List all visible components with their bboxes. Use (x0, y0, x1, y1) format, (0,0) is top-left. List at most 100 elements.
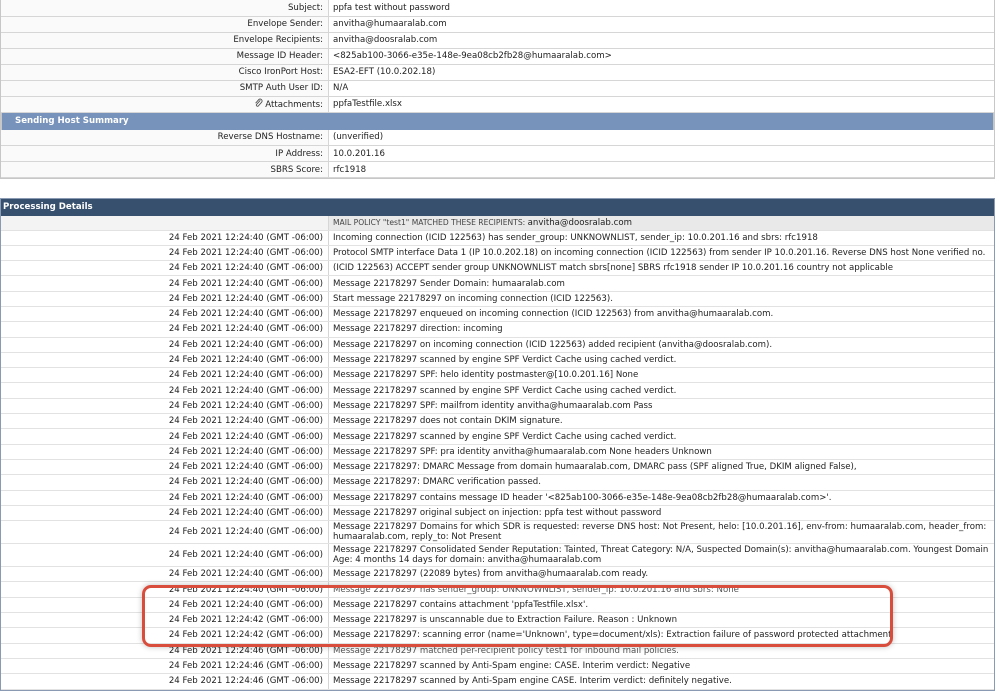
envelope-recipients-label: Envelope Recipients: (1, 32, 329, 49)
mail-policy-recipient: anvitha@doosralab.com (527, 217, 632, 228)
log-row: 24 Feb 2021 12:24:40 (GMT -06:00) Message… (1, 566, 994, 583)
log-row: 24 Feb 2021 12:24:40 (GMT -06:00) Message… (1, 505, 994, 522)
log-timestamp: 24 Feb 2021 12:24:40 (GMT -06:00) (1, 490, 329, 506)
log-message: Incoming connection (ICID 122563) has se… (328, 230, 994, 246)
log-message: Message 22178297 SPF: helo identity post… (328, 367, 994, 384)
log-message: Message 22178297 SPF: mailfrom identity … (328, 398, 994, 415)
envelope-recipients-value: anvitha@doosralab.com (328, 32, 994, 49)
log-timestamp: 24 Feb 2021 12:24:40 (GMT -06:00) (1, 230, 329, 246)
log-timestamp: 24 Feb 2021 12:24:40 (GMT -06:00) (1, 260, 329, 277)
log-row: 24 Feb 2021 12:24:40 (GMT -06:00) Message… (1, 382, 994, 399)
ironport-host-label: Cisco IronPort Host: (1, 64, 329, 81)
log-message: Message 22178297 scanned by Anti-Spam en… (328, 673, 994, 690)
log-timestamp: 24 Feb 2021 12:24:40 (GMT -06:00) (1, 505, 329, 522)
log-timestamp: 24 Feb 2021 12:24:40 (GMT -06:00) (1, 543, 329, 568)
sbrs-label: SBRS Score: (1, 161, 329, 178)
log-timestamp: 24 Feb 2021 12:24:40 (GMT -06:00) (1, 352, 329, 369)
attachments-label-cell: Attachments: (1, 96, 329, 113)
log-message: Message 22178297 Consolidated Sender Rep… (328, 543, 994, 568)
log-timestamp: 24 Feb 2021 12:24:40 (GMT -06:00) (1, 566, 329, 583)
sbrs-value: rfc1918 (328, 161, 994, 178)
log-row: 24 Feb 2021 12:24:40 (GMT -06:00) (ICID 1… (1, 260, 994, 277)
log-timestamp: 24 Feb 2021 12:24:40 (GMT -06:00) (1, 444, 329, 460)
message-id-label: Message ID Header: (1, 48, 329, 65)
log-message: Protocol SMTP interface Data 1 (IP 10.0.… (328, 245, 994, 262)
smtp-auth-value: N/A (328, 80, 994, 97)
log-message: Message 22178297 scanned by engine SPF V… (328, 428, 994, 445)
ironport-host-value: ESA2-EFT (10.0.202.18) (328, 64, 994, 81)
message-info-panel: Subject: ppfa test without password Enve… (0, 0, 995, 179)
log-row: 24 Feb 2021 12:24:40 (GMT -06:00) Message… (1, 337, 994, 353)
log-timestamp: 24 Feb 2021 12:24:40 (GMT -06:00) (1, 321, 329, 338)
log-row: 24 Feb 2021 12:24:40 (GMT -06:00) Message… (1, 352, 994, 369)
log-timestamp: 24 Feb 2021 12:24:46 (GMT -06:00) (1, 658, 329, 675)
envelope-sender-label: Envelope Sender: (1, 16, 329, 33)
log-row: 24 Feb 2021 12:24:40 (GMT -06:00) Message… (1, 367, 994, 384)
log-message: Message 22178297 Domains for which SDR i… (328, 520, 994, 545)
ip-address-label: IP Address: (1, 145, 329, 162)
mail-policy-prefix: MAIL POLICY "test1" MATCHED THESE RECIPI… (333, 217, 526, 227)
log-message: Message 22178297: DMARC verification pas… (328, 474, 994, 491)
log-timestamp: 24 Feb 2021 12:24:40 (GMT -06:00) (1, 474, 329, 491)
info-row-subject: Subject: ppfa test without password (1, 0, 994, 17)
attachments-label: Attachments: (265, 100, 323, 110)
log-message: Message 22178297 scanned by engine SPF V… (328, 352, 994, 369)
info-row-message-id: Message ID Header: <825ab100-3066-e35e-1… (1, 48, 994, 65)
attachments-value[interactable]: ppfaTestfile.xlsx (328, 96, 994, 113)
info-row-envelope-recipients: Envelope Recipients: anvitha@doosralab.c… (1, 32, 994, 49)
log-row: 24 Feb 2021 12:24:40 (GMT -06:00) Message… (1, 398, 994, 415)
log-message: Message 22178297 enqueued on incoming co… (328, 306, 994, 323)
log-row: 24 Feb 2021 12:24:40 (GMT -06:00) Message… (1, 490, 994, 506)
log-row: 24 Feb 2021 12:24:40 (GMT -06:00) Start m… (1, 291, 994, 307)
log-row: 24 Feb 2021 12:24:46 (GMT -06:00) Message… (1, 673, 994, 690)
log-timestamp: 24 Feb 2021 12:24:40 (GMT -06:00) (1, 245, 329, 262)
log-timestamp: 24 Feb 2021 12:24:40 (GMT -06:00) (1, 398, 329, 415)
reverse-dns-label: Reverse DNS Hostname: (1, 129, 329, 146)
log-row: 24 Feb 2021 12:24:40 (GMT -06:00) Message… (1, 321, 994, 338)
ip-address-value: 10.0.201.16 (328, 145, 994, 162)
mail-policy-row: MAIL POLICY "test1" MATCHED THESE RECIPI… (1, 216, 994, 231)
info-row-smtp-auth: SMTP Auth User ID: N/A (1, 80, 994, 97)
log-message: Message 22178297 SPF: pra identity anvit… (328, 444, 994, 460)
log-message: (ICID 122563) ACCEPT sender group UNKNOW… (328, 260, 994, 277)
info-row-envelope-sender: Envelope Sender: anvitha@humaaralab.com (1, 16, 994, 33)
info-row-ip-address: IP Address: 10.0.201.16 (1, 145, 994, 162)
log-timestamp: 24 Feb 2021 12:24:40 (GMT -06:00) (1, 275, 329, 292)
log-message: Message 22178297 contains message ID hea… (328, 490, 994, 506)
log-timestamp: 24 Feb 2021 12:24:40 (GMT -06:00) (1, 413, 329, 430)
info-row-sbrs: SBRS Score: rfc1918 (1, 161, 994, 178)
subject-value: ppfa test without password (328, 0, 994, 17)
smtp-auth-label: SMTP Auth User ID: (1, 80, 329, 97)
log-message: Message 22178297 scanned by engine SPF V… (328, 382, 994, 399)
info-row-ironport-host: Cisco IronPort Host: ESA2-EFT (10.0.202.… (1, 64, 994, 81)
sending-host-summary-table: Reverse DNS Hostname: (unverified) IP Ad… (1, 129, 994, 178)
log-row: 24 Feb 2021 12:24:40 (GMT -06:00) Message… (1, 520, 994, 545)
log-row: 24 Feb 2021 12:24:40 (GMT -06:00) Incomin… (1, 230, 994, 246)
log-row: 24 Feb 2021 12:24:40 (GMT -06:00) Message… (1, 428, 994, 445)
log-timestamp: 24 Feb 2021 12:24:40 (GMT -06:00) (1, 520, 329, 545)
log-row: 24 Feb 2021 12:24:40 (GMT -06:00) Message… (1, 459, 994, 476)
paperclip-icon (255, 98, 263, 107)
log-timestamp: 24 Feb 2021 12:24:40 (GMT -06:00) (1, 291, 329, 307)
log-message: Message 22178297 (22089 bytes) from anvi… (328, 566, 994, 583)
info-row-reverse-dns: Reverse DNS Hostname: (unverified) (1, 129, 994, 146)
log-row: 24 Feb 2021 12:24:40 (GMT -06:00) Message… (1, 444, 994, 460)
info-row-attachments: Attachments: ppfaTestfile.xlsx (1, 96, 994, 113)
log-timestamp: 24 Feb 2021 12:24:40 (GMT -06:00) (1, 382, 329, 399)
log-message: Message 22178297: DMARC Message from dom… (328, 459, 994, 476)
highlight-annotation (142, 585, 893, 647)
log-timestamp: 24 Feb 2021 12:24:40 (GMT -06:00) (1, 459, 329, 476)
log-row: 24 Feb 2021 12:24:40 (GMT -06:00) Message… (1, 413, 994, 430)
message-info-table: Subject: ppfa test without password Enve… (1, 0, 994, 113)
log-message: Start message 22178297 on incoming conne… (328, 291, 994, 307)
log-timestamp: 24 Feb 2021 12:24:40 (GMT -06:00) (1, 428, 329, 445)
log-message: Message 22178297 does not contain DKIM s… (328, 413, 994, 430)
log-row: 24 Feb 2021 12:24:40 (GMT -06:00) Message… (1, 474, 994, 491)
log-message: Message 22178297 direction: incoming (328, 321, 994, 338)
log-message: Message 22178297 Sender Domain: humaaral… (328, 275, 994, 292)
reverse-dns-value: (unverified) (328, 129, 994, 146)
mail-policy-banner: MAIL POLICY "test1" MATCHED THESE RECIPI… (328, 216, 994, 231)
log-timestamp: 24 Feb 2021 12:24:46 (GMT -06:00) (1, 673, 329, 690)
processing-details-header: Processing Details (1, 199, 994, 216)
log-row: 24 Feb 2021 12:24:46 (GMT -06:00) Message… (1, 658, 994, 675)
